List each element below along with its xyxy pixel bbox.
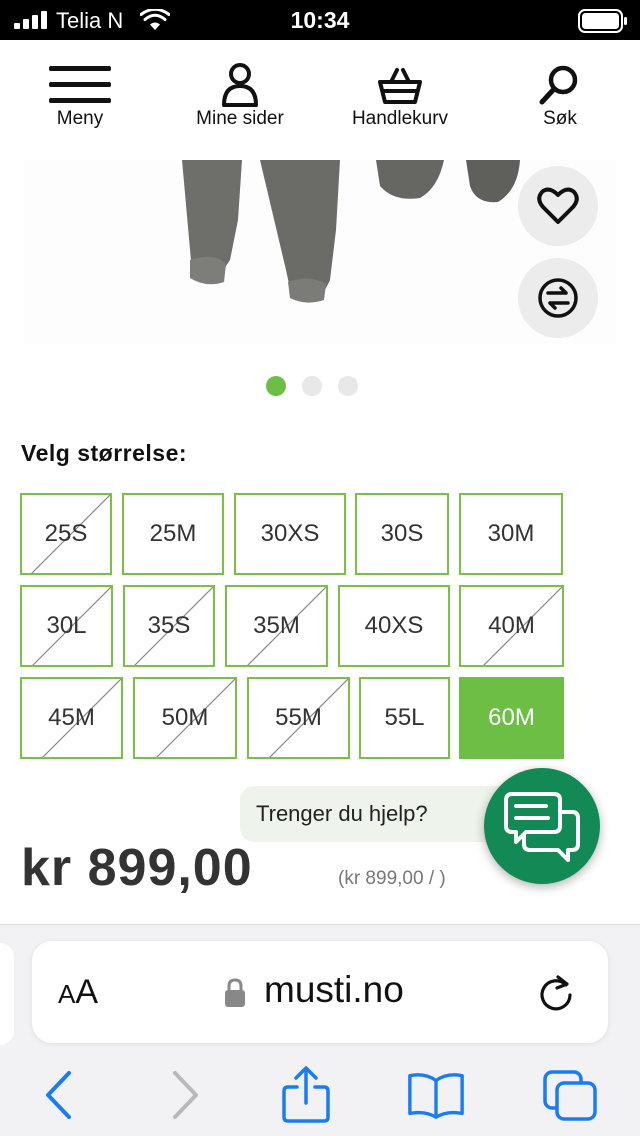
compare-icon [538, 278, 578, 318]
forward-icon [173, 1071, 198, 1119]
basket-icon [378, 68, 422, 104]
nav-search[interactable]: Søk [532, 62, 588, 130]
bookmarks-icon [408, 1073, 464, 1119]
chat-button[interactable] [484, 768, 600, 884]
nav-my-pages[interactable]: Mine sider [188, 62, 292, 130]
share-button[interactable] [276, 1065, 336, 1125]
size-label: 35S [147, 612, 191, 639]
carousel-dot-active[interactable] [266, 376, 286, 396]
url-domain: musti.no [264, 969, 404, 1010]
size-label: 30L [46, 612, 87, 639]
size-label: 40M [488, 612, 535, 639]
size-option[interactable]: 45M [20, 677, 123, 759]
tabs-button[interactable] [540, 1065, 600, 1125]
size-selector-title: Velg størrelse: [21, 440, 188, 466]
nav-my-pages-label: Mine sider [196, 108, 284, 129]
site-header: Meny Mine sider Handlekurv Søk [0, 40, 640, 160]
reload-icon[interactable] [536, 973, 576, 1013]
menu-icon [49, 66, 111, 103]
back-button[interactable] [28, 1065, 88, 1125]
heart-icon [537, 187, 579, 224]
status-bar: Telia N 10:34 [0, 0, 640, 40]
size-option[interactable]: 55L [359, 677, 450, 759]
reader-settings-button[interactable]: AA [58, 973, 98, 1012]
previous-tab-peek[interactable] [0, 943, 14, 1045]
favorite-button[interactable] [518, 166, 598, 246]
size-option[interactable]: 35S [123, 585, 215, 667]
nav-basket-label: Handlekurv [351, 108, 449, 129]
nav-menu[interactable]: Meny [44, 62, 116, 130]
address-bar[interactable]: AA musti.no [32, 941, 608, 1043]
size-label: 30S [380, 520, 424, 547]
forward-button[interactable] [156, 1065, 216, 1125]
nav-search-label: Søk [543, 108, 577, 129]
size-option[interactable]: 30L [20, 585, 113, 667]
size-label: 30XS [260, 520, 320, 547]
tabs-icon [543, 1070, 597, 1121]
size-option[interactable]: 50M [133, 677, 237, 759]
size-option[interactable]: 35M [225, 585, 328, 667]
share-icon [282, 1066, 330, 1123]
size-label: 25S [44, 520, 88, 547]
size-label: 55L [384, 704, 425, 731]
help-prompt[interactable]: Trenger du hjelp? [240, 786, 520, 842]
compare-button[interactable] [518, 258, 598, 338]
size-label: 45M [48, 704, 95, 731]
size-label: 55M [275, 704, 322, 731]
size-option[interactable]: 40M [459, 585, 564, 667]
carousel-dot[interactable] [302, 376, 322, 396]
size-option[interactable]: 55M [247, 677, 350, 759]
size-option[interactable]: 30M [459, 493, 563, 575]
lock-icon [225, 978, 245, 1007]
size-label: 35M [253, 612, 300, 639]
size-option[interactable]: 40XS [338, 585, 450, 667]
size-label: 30M [487, 520, 535, 547]
size-label: 50M [161, 704, 209, 731]
nav-menu-label: Meny [56, 108, 104, 129]
product-price: kr 899,00 [21, 839, 253, 897]
carousel-dot[interactable] [338, 376, 358, 396]
nav-basket[interactable]: Handlekurv [342, 62, 458, 130]
size-option-selected[interactable]: 60M [459, 677, 564, 759]
size-option[interactable]: 25M [122, 493, 224, 575]
browser-bottom-bar: AA musti.no [0, 925, 640, 1136]
chat-icon [504, 792, 580, 862]
bookmarks-button[interactable] [406, 1065, 466, 1125]
back-icon [46, 1071, 71, 1119]
search-icon [539, 65, 578, 105]
size-option[interactable]: 30XS [234, 493, 346, 575]
size-option[interactable]: 25S [20, 493, 112, 575]
image-carousel-dots [0, 376, 640, 398]
size-label: 60M [488, 704, 535, 731]
user-icon [222, 63, 258, 107]
size-label: 40XS [364, 612, 424, 639]
size-label: 25M [149, 520, 197, 547]
unit-price: (kr 899,00 / ) [338, 868, 446, 889]
size-option[interactable]: 30S [355, 493, 449, 575]
battery-icon [578, 9, 627, 33]
clock: 10:34 [290, 7, 350, 33]
